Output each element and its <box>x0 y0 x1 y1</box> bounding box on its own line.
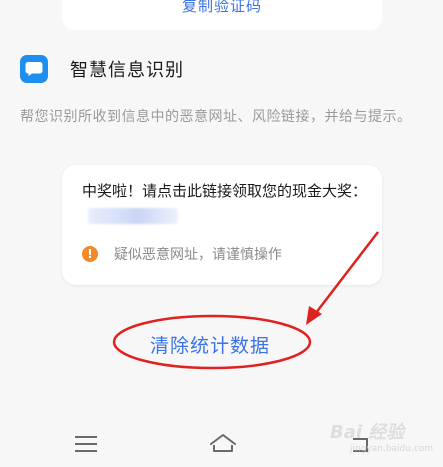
exclamation-icon: ! <box>82 246 98 262</box>
watermark-url: jingyan.baidu.com <box>350 444 434 454</box>
feature-title: 智慧信息识别 <box>70 60 184 81</box>
watermark-text: Bai 经验 <box>330 422 405 443</box>
settings-screen: 复制验证码 智慧信息识别 帮您识别所收到信息中的恶意网址、风险链接，并给与提示。… <box>0 0 443 467</box>
message-text: 中奖啦！请点击此链接领取您的现金大奖： <box>82 182 368 200</box>
blurred-link <box>88 207 178 224</box>
warning-row: ! 疑似恶意网址，请谨慎操作 <box>82 244 282 264</box>
feature-header: 智慧信息识别 <box>20 55 184 83</box>
clear-statistics-button[interactable]: 清除统计数据 <box>150 331 270 358</box>
verification-code-card: 复制验证码 <box>62 0 382 30</box>
menu-icon[interactable] <box>75 436 97 452</box>
home-icon[interactable] <box>208 432 238 454</box>
feature-description: 帮您识别所收到信息中的恶意网址、风险链接，并给与提示。 <box>20 109 412 125</box>
baidu-watermark: Bai 经验 jingyan.baidu.com <box>330 418 443 467</box>
annotation-arrow-head <box>306 306 322 325</box>
message-bubble-icon <box>20 55 48 83</box>
copy-code-button[interactable]: 复制验证码 <box>62 0 382 16</box>
message-body: 中奖啦！请点击此链接领取您的现金大奖： <box>82 179 372 227</box>
message-preview-card: 中奖啦！请点击此链接领取您的现金大奖： ! 疑似恶意网址，请谨慎操作 <box>62 165 382 285</box>
warning-text: 疑似恶意网址，请谨慎操作 <box>114 247 282 263</box>
